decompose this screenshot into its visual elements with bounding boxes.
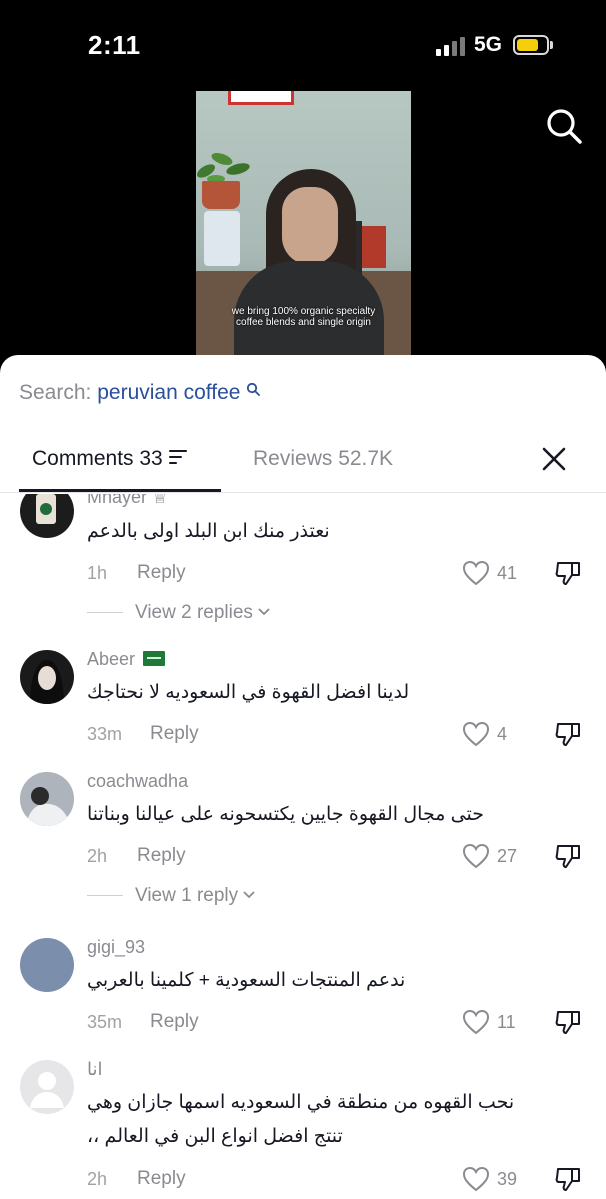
video-area[interactable]: we bring 100% organic specialty coffee b… xyxy=(0,90,606,380)
chevron-down-icon xyxy=(258,608,270,616)
dislike-icon[interactable] xyxy=(554,559,582,587)
person-face xyxy=(282,187,338,265)
comments-sheet: Search: peruvian coffee Comments 33 Revi… xyxy=(0,355,606,1199)
avatar[interactable] xyxy=(20,938,74,992)
comment-text: ندعم المنتجات السعودية + كلمينا بالعربي xyxy=(87,970,406,991)
view-replies-button[interactable]: View 2 replies xyxy=(87,602,271,624)
heart-icon[interactable] xyxy=(462,721,490,747)
like-count: 4 xyxy=(497,724,508,744)
close-icon[interactable] xyxy=(540,445,568,473)
comment-text: نحب القهوه من منطقة في السعوديه اسمها جا… xyxy=(87,1092,515,1147)
replies-divider xyxy=(87,612,123,614)
avatar[interactable] xyxy=(20,650,74,704)
video-thumbnail[interactable]: we bring 100% organic specialty coffee b… xyxy=(196,91,411,355)
battery-icon xyxy=(513,35,549,55)
comment-time: 2h xyxy=(87,1169,108,1189)
tab-comments-label: Comments 33 xyxy=(32,447,163,470)
comment-text: حتى مجال القهوة جايين يكتسحونه على عيالن… xyxy=(87,804,484,825)
comment-tabs: Comments 33 Reviews 52.7K xyxy=(0,437,606,493)
comment-text: لدينا افضل القهوة في السعوديه لا نحتاجك xyxy=(87,682,410,703)
avatar[interactable] xyxy=(20,494,74,538)
dislike-icon[interactable] xyxy=(554,842,582,870)
status-bar: 2:11 5G xyxy=(0,0,606,90)
heart-icon[interactable] xyxy=(462,1166,490,1192)
search-suggestion[interactable]: Search: peruvian coffee xyxy=(19,381,261,405)
like-count: 41 xyxy=(497,563,518,583)
comment-text: نعتذر منك ابن البلد اولى بالدعم xyxy=(87,521,330,542)
video-caption: we bring 100% organic specialty coffee b… xyxy=(231,306,376,328)
cellular-signal-icon xyxy=(436,36,466,56)
sort-filter-icon[interactable] xyxy=(168,450,187,464)
comment-username[interactable]: Mnayer ♕ xyxy=(87,494,168,508)
reply-button[interactable]: Reply xyxy=(137,1168,186,1190)
reply-button[interactable]: Reply xyxy=(137,562,186,584)
water-dispenser xyxy=(204,211,240,266)
like-count: 27 xyxy=(497,846,518,866)
username-label: Abeer xyxy=(87,649,136,669)
view-replies-button[interactable]: View 1 reply xyxy=(87,885,256,907)
avatar[interactable] xyxy=(20,772,74,826)
status-time: 2:11 xyxy=(88,30,141,60)
comment-list[interactable]: Mnayer ♕ نعتذر منك ابن البلد اولى بالدعم… xyxy=(0,494,606,1199)
chevron-down-icon xyxy=(243,891,255,899)
heart-icon[interactable] xyxy=(462,843,490,869)
search-query-link[interactable]: peruvian coffee xyxy=(97,381,240,404)
reply-button[interactable]: Reply xyxy=(137,845,186,867)
comment-time: 35m xyxy=(87,1012,123,1032)
replies-divider xyxy=(87,895,123,897)
view-replies-label: View 2 replies xyxy=(135,602,253,623)
heart-icon[interactable] xyxy=(462,1009,490,1035)
like-count: 39 xyxy=(497,1169,518,1189)
heart-icon[interactable] xyxy=(462,560,490,586)
dislike-icon[interactable] xyxy=(554,1165,582,1193)
dislike-icon[interactable] xyxy=(554,720,582,748)
tab-reviews[interactable]: Reviews 52.7K xyxy=(253,447,393,471)
active-tab-underline xyxy=(19,489,221,492)
search-prefix: Search: xyxy=(19,381,92,404)
flag-icon xyxy=(143,651,166,666)
avatar[interactable] xyxy=(20,1060,74,1114)
comment-time: 1h xyxy=(87,563,108,583)
wall-sign xyxy=(228,91,294,105)
comment-time: 33m xyxy=(87,724,123,744)
like-count: 11 xyxy=(497,1012,516,1032)
coffee-box xyxy=(362,226,386,268)
dislike-icon[interactable] xyxy=(554,1008,582,1036)
comment-time: 2h xyxy=(87,846,108,866)
comment-username[interactable]: gigi_93 xyxy=(87,937,145,958)
plant-pot xyxy=(202,181,240,209)
view-replies-label: View 1 reply xyxy=(135,885,239,906)
battery-tip xyxy=(550,41,553,49)
network-type: 5G xyxy=(474,33,503,56)
search-icon[interactable] xyxy=(544,106,584,146)
reply-button[interactable]: Reply xyxy=(150,723,199,745)
comment-username[interactable]: انا xyxy=(87,1059,103,1080)
search-icon xyxy=(247,382,261,396)
reply-button[interactable]: Reply xyxy=(150,1011,199,1033)
comment-username[interactable]: coachwadha xyxy=(87,771,188,792)
tab-comments[interactable]: Comments 33 xyxy=(32,447,187,471)
comment-username[interactable]: Abeer xyxy=(87,649,166,670)
